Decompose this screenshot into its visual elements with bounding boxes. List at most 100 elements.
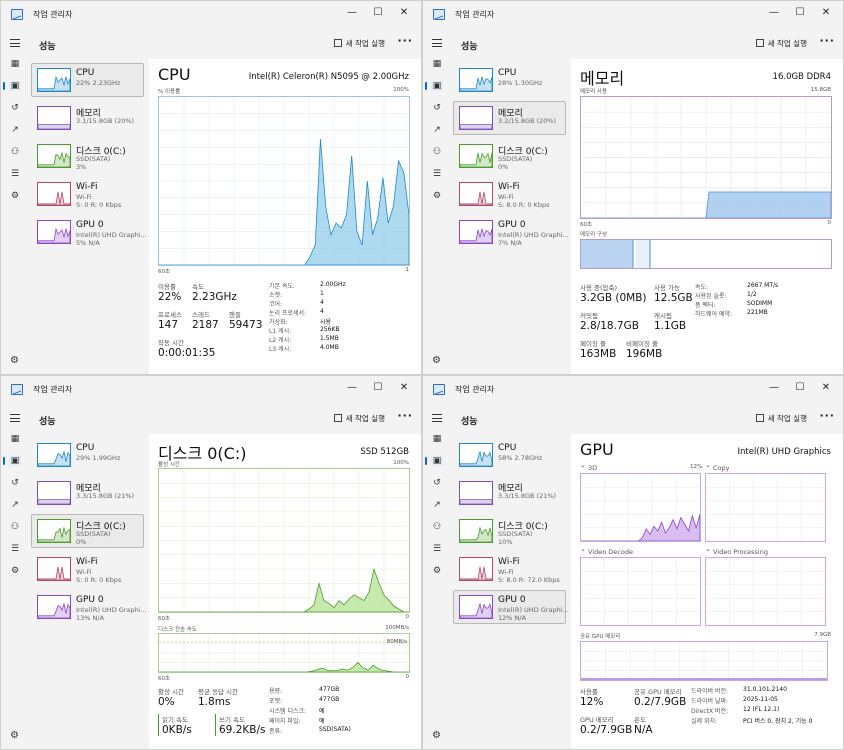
minimize-button[interactable]: — bbox=[341, 379, 363, 397]
sidebar-item-disk[interactable]: 디스크 0(C:) SSD(SATA) 0% bbox=[31, 514, 144, 548]
sidebar-item-wifi[interactable]: Wi-Fi Wi-Fi S: 8.0 R: 72.0 Kbps bbox=[453, 552, 566, 586]
detail-key: L3 캐시: bbox=[269, 346, 292, 353]
minimize-button[interactable]: — bbox=[763, 379, 785, 397]
hamburger-menu-icon[interactable] bbox=[432, 39, 442, 47]
details-icon[interactable]: ☰ bbox=[431, 544, 443, 554]
maximize-button[interactable]: ☐ bbox=[789, 4, 811, 22]
hamburger-menu-icon[interactable] bbox=[10, 39, 20, 47]
details-icon[interactable]: ☰ bbox=[9, 544, 21, 554]
sidebar-item-disk[interactable]: 디스크 0(C:) SSD(SATA) 3% bbox=[31, 139, 144, 173]
stat-label: 작동 시간 bbox=[158, 339, 184, 347]
processes-icon[interactable]: ▦ bbox=[9, 59, 21, 69]
sidebar-item-name: CPU bbox=[76, 68, 95, 78]
sidebar-item-gpu[interactable]: GPU 0 Intel(R) UHD Graphi... 7% N/A bbox=[453, 215, 569, 249]
processes-icon[interactable]: ▦ bbox=[431, 59, 443, 69]
sidebar-item-gpu[interactable]: GPU 0 Intel(R) UHD Graphi... 12% N/A bbox=[453, 590, 569, 624]
settings-icon[interactable]: ⚙ bbox=[10, 355, 19, 366]
sidebar-item-gpu[interactable]: GPU 0 Intel(R) UHD Graphi... 5% N/A bbox=[31, 215, 147, 249]
performance-icon[interactable]: ▣ bbox=[3, 456, 21, 466]
sidebar-item-cpu[interactable]: CPU 58% 2.78GHz bbox=[453, 438, 566, 472]
sidebar-item-name: GPU 0 bbox=[498, 220, 526, 230]
run-new-task-button[interactable]: 새 작업 실행 bbox=[333, 413, 385, 424]
thumb-trace bbox=[460, 124, 492, 129]
details-icon[interactable]: ☰ bbox=[9, 169, 21, 179]
maximize-button[interactable]: ☐ bbox=[367, 4, 389, 22]
minimize-button[interactable]: — bbox=[341, 4, 363, 22]
sidebar-item-cpu[interactable]: CPU 22% 2.23GHz bbox=[31, 63, 144, 97]
axis-left-label: 60초 bbox=[158, 616, 171, 622]
sidebar-item-wifi[interactable]: Wi-Fi Wi-Fi S: 0 R: 0 Kbps bbox=[31, 552, 144, 586]
detail-key: 폼 팩터: bbox=[695, 302, 716, 309]
close-button[interactable]: ✕ bbox=[393, 4, 415, 22]
app-history-icon[interactable]: ↺ bbox=[431, 103, 443, 113]
services-icon[interactable]: ⚙ bbox=[9, 566, 21, 576]
resource-list: CPU 28% 1.30GHz 메모리 3.2/15.8GB (20%) 디스크 0(C… bbox=[453, 63, 569, 253]
services-icon[interactable]: ⚙ bbox=[431, 191, 443, 201]
performance-icon[interactable]: ▣ bbox=[425, 81, 443, 91]
detail-value: 사용 bbox=[320, 319, 332, 326]
sidebar-item-wifi[interactable]: Wi-Fi Wi-Fi S: 8.0 R: 0 Kbps bbox=[453, 177, 566, 211]
more-options-button[interactable]: ··· bbox=[397, 34, 413, 47]
users-icon[interactable]: ⚇ bbox=[431, 522, 443, 532]
settings-icon[interactable]: ⚙ bbox=[432, 730, 441, 741]
sidebar-item-memory[interactable]: 메모리 3.3/15.8GB (21%) bbox=[31, 476, 144, 510]
chevron-down-icon[interactable]: ⌄ bbox=[705, 545, 711, 553]
sidebar-item-name: GPU 0 bbox=[498, 595, 526, 605]
minimize-button[interactable]: — bbox=[763, 4, 785, 22]
hamburger-menu-icon[interactable] bbox=[10, 414, 20, 422]
sidebar-item-wifi[interactable]: Wi-Fi Wi-Fi S: 0 R: 0 Kbps bbox=[31, 177, 144, 211]
sidebar-item-sub: 29% 1.99GHz bbox=[76, 454, 121, 462]
sidebar-item-gpu[interactable]: GPU 0 Intel(R) UHD Graphi... 13% N/A bbox=[31, 590, 147, 624]
sidebar-thumb-graph bbox=[37, 443, 71, 467]
settings-icon[interactable]: ⚙ bbox=[432, 355, 441, 366]
performance-icon[interactable]: ▣ bbox=[425, 456, 443, 466]
processes-icon[interactable]: ▦ bbox=[9, 434, 21, 444]
users-icon[interactable]: ⚇ bbox=[9, 147, 21, 157]
close-button[interactable]: ✕ bbox=[815, 379, 837, 397]
performance-icon[interactable]: ▣ bbox=[3, 81, 21, 91]
processes-icon[interactable]: ▦ bbox=[431, 434, 443, 444]
chevron-down-icon[interactable]: ⌄ bbox=[580, 545, 586, 553]
detail-key: 종류: bbox=[269, 728, 283, 735]
maximize-button[interactable]: ☐ bbox=[367, 379, 389, 397]
more-options-button[interactable]: ··· bbox=[819, 409, 835, 422]
details-icon[interactable]: ☰ bbox=[431, 169, 443, 179]
sidebar-thumb-graph bbox=[459, 443, 493, 467]
run-new-task-button[interactable]: 새 작업 실행 bbox=[755, 38, 807, 49]
run-new-task-button[interactable]: 새 작업 실행 bbox=[333, 38, 385, 49]
startup-apps-icon[interactable]: ↗ bbox=[431, 500, 443, 510]
detail-key: 사용된 슬롯: bbox=[695, 293, 727, 300]
sidebar-item-memory[interactable]: 메모리 3.2/15.8GB (20%) bbox=[453, 101, 566, 135]
services-icon[interactable]: ⚙ bbox=[431, 566, 443, 576]
chevron-down-icon[interactable]: ⌄ bbox=[580, 461, 586, 469]
stat-label: GPU 메모리 bbox=[580, 716, 614, 724]
close-button[interactable]: ✕ bbox=[393, 379, 415, 397]
app-history-icon[interactable]: ↺ bbox=[9, 478, 21, 488]
startup-apps-icon[interactable]: ↗ bbox=[9, 500, 21, 510]
sidebar-item-memory[interactable]: 메모리 3.3/15.8GB (21%) bbox=[453, 476, 566, 510]
sidebar-item-cpu[interactable]: CPU 29% 1.99GHz bbox=[31, 438, 144, 472]
startup-apps-icon[interactable]: ↗ bbox=[431, 125, 443, 135]
sidebar-item-disk[interactable]: 디스크 0(C:) SSD(SATA) 10% bbox=[453, 514, 566, 548]
startup-apps-icon[interactable]: ↗ bbox=[9, 125, 21, 135]
stat-label: 사용 중(압축) bbox=[580, 284, 618, 292]
sidebar-item-sub2: 7% N/A bbox=[498, 239, 522, 247]
sidebar-item-disk[interactable]: 디스크 0(C:) SSD(SATA) 0% bbox=[453, 139, 566, 173]
users-icon[interactable]: ⚇ bbox=[431, 147, 443, 157]
stat-label: 속도 bbox=[192, 283, 204, 291]
hamburger-menu-icon[interactable] bbox=[432, 414, 442, 422]
app-history-icon[interactable]: ↺ bbox=[9, 103, 21, 113]
app-history-icon[interactable]: ↺ bbox=[431, 478, 443, 488]
chevron-down-icon[interactable]: ⌄ bbox=[705, 461, 711, 469]
more-options-button[interactable]: ··· bbox=[397, 409, 413, 422]
sidebar-item-memory[interactable]: 메모리 3.1/15.8GB (20%) bbox=[31, 101, 144, 135]
users-icon[interactable]: ⚇ bbox=[9, 522, 21, 532]
run-new-task-button[interactable]: 새 작업 실행 bbox=[755, 413, 807, 424]
maximize-button[interactable]: ☐ bbox=[789, 379, 811, 397]
more-options-button[interactable]: ··· bbox=[819, 34, 835, 47]
services-icon[interactable]: ⚙ bbox=[9, 191, 21, 201]
settings-icon[interactable]: ⚙ bbox=[10, 730, 19, 741]
detail-pane: CPU Intel(R) Celeron(R) N5095 @ 2.00GHz % … bbox=[149, 59, 421, 374]
close-button[interactable]: ✕ bbox=[815, 4, 837, 22]
sidebar-item-cpu[interactable]: CPU 28% 1.30GHz bbox=[453, 63, 566, 97]
